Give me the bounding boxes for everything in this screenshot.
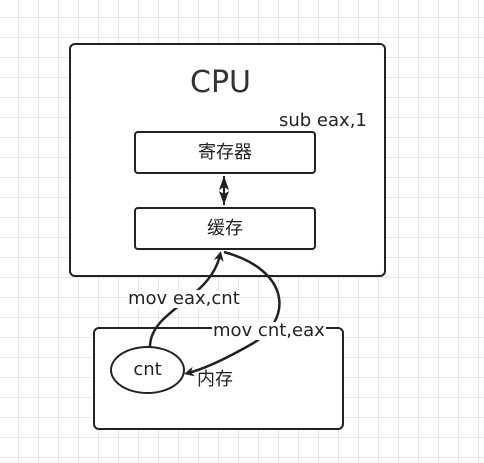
cpu-title: CPU <box>190 65 251 100</box>
register-label: 寄存器 <box>198 141 252 163</box>
load-edge-label: mov eax,cnt <box>127 288 241 309</box>
register-box: 寄存器 <box>134 131 316 174</box>
cache-box: 缓存 <box>134 207 316 250</box>
cnt-label: cnt <box>133 359 162 380</box>
memory-label: 内存 <box>197 369 233 390</box>
store-edge-label: mov cnt,eax <box>212 320 326 341</box>
cache-label: 缓存 <box>207 217 243 239</box>
sub-instruction-label: sub eax,1 <box>279 110 367 131</box>
cnt-variable-node: cnt <box>110 346 185 394</box>
